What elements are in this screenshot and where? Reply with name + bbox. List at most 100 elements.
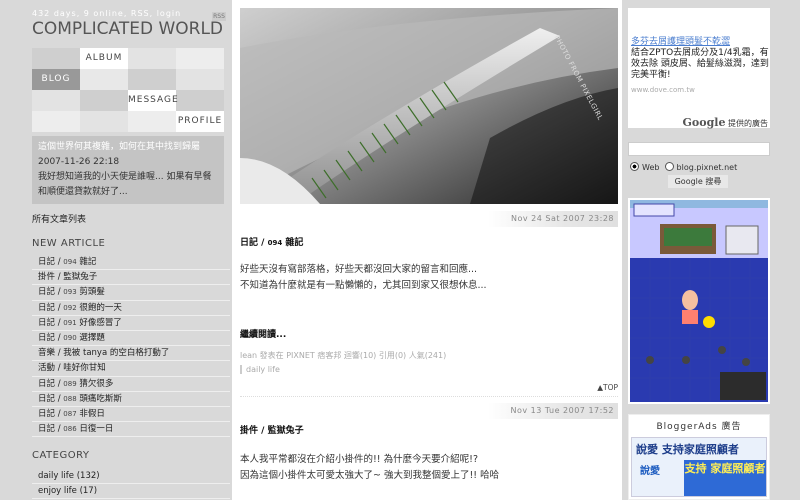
ad-title[interactable]: 多芬去屑護理頭髮不乾澀	[631, 34, 730, 47]
ads-by-google[interactable]: Google 提供的廣告	[683, 116, 768, 129]
post-body: 好些天沒有寫部落格，好些天都沒回大家的留言和回應... 不知道為什麼就是有一點懶…	[240, 262, 487, 294]
nav-blog[interactable]: BLOG	[32, 69, 80, 90]
post-category: 掛件	[240, 426, 259, 436]
nav-mosaic: ALBUM BLOG MESSAGE PROFILE	[32, 48, 224, 132]
post-title[interactable]: 掛件 / 監獄兔子	[240, 423, 304, 436]
article-list-item[interactable]: 日記 / 086 日復一日	[32, 422, 230, 438]
quote-text: 我好想知道我的小天使是誰喔... 如果有早餐和順便還貸款就好了...	[38, 172, 212, 197]
back-to-top[interactable]: ▲TOP	[597, 383, 618, 392]
article-list-item[interactable]: 日記 / 094 雜記	[32, 255, 230, 271]
mosaic-cell	[80, 111, 128, 132]
article-list-item[interactable]: 日記 / 093 剪頭髮	[32, 285, 230, 301]
prison-rabbit-widget[interactable]	[628, 198, 770, 404]
article-title: 選擇題	[79, 332, 105, 343]
google-ad[interactable]: 多芬去屑護理頭髮不乾澀 結合ZPTO去屑成分及1/4乳霜，有效去除 頭皮屑、給髮…	[628, 8, 770, 129]
ads-provided-label: 提供的廣告	[728, 119, 768, 128]
bloggerads-banner[interactable]: 說愛 支持家庭照顧者 說愛 支持 家庭照顧者	[631, 437, 767, 497]
article-number: 093	[63, 288, 77, 297]
article-list-item[interactable]: 日記 / 089 猜欠很多	[32, 377, 230, 392]
post-number: 094	[267, 239, 283, 247]
site-tagline: 432 days, 9 online, RSS, login	[32, 9, 182, 18]
mosaic-cell	[32, 111, 80, 132]
article-list-item[interactable]: 掛件 / 監獄兔子	[32, 270, 230, 286]
quote-box: 這個世界何其複雜，如何在其中找到歸屬 2007-11-26 22:18 我好想知…	[32, 136, 224, 204]
google-logo: Google	[682, 116, 726, 129]
mosaic-cell	[128, 111, 176, 132]
widget-scene	[630, 200, 768, 402]
site-title[interactable]: COMPLICATED WORLD	[32, 19, 223, 39]
mosaic-cell	[128, 48, 176, 69]
read-more-link[interactable]: 繼續閱讀...	[240, 327, 286, 340]
article-category: 日記	[38, 393, 56, 404]
article-title: 很飽的一天	[79, 302, 122, 313]
post-sep: /	[261, 238, 265, 248]
article-number: 088	[63, 394, 77, 403]
article-category: 活動	[38, 363, 56, 374]
article-title: 哇好你甘知	[63, 363, 106, 374]
bloggerads-headline: 說愛 支持家庭照顧者	[636, 443, 739, 456]
article-list-item[interactable]: 日記 / 092 很飽的一天	[32, 301, 230, 316]
article-category: 日記	[38, 287, 56, 298]
ad-url[interactable]: www.dove.com.tw	[631, 86, 695, 94]
article-number: 090	[63, 333, 77, 342]
article-list-item[interactable]: 日記 / 091 好像感冒了	[32, 316, 230, 331]
article-number: 092	[63, 303, 77, 312]
post-date: Nov 24 Sat 2007 23:28	[488, 211, 618, 227]
left-sidebar: 432 days, 9 online, RSS, login COMPLICAT…	[26, 0, 230, 500]
mosaic-cell	[128, 69, 176, 90]
mosaic-cell	[32, 90, 80, 111]
mosaic-cell	[176, 69, 224, 90]
mosaic-cell	[32, 48, 80, 69]
post-sep: /	[261, 426, 265, 436]
article-title: 頭痛吃斯斯	[79, 393, 122, 404]
post-meta[interactable]: lean 發表在 PIXNET 痞客邦 迴響(10) 引用(0) 人氣(241)	[240, 350, 446, 361]
article-list-item[interactable]: 活動 / 哇好你甘知	[32, 361, 230, 377]
article-list-item[interactable]: 日記 / 087 非假日	[32, 407, 230, 423]
post-divider	[240, 396, 618, 397]
post-date: Nov 13 Tue 2007 17:52	[488, 403, 618, 419]
article-category: 日記	[38, 332, 56, 343]
top-label: TOP	[602, 383, 618, 392]
search-scope: Web blog.pixnet.net	[630, 162, 737, 172]
article-list-item[interactable]: 日記 / 090 選擇題	[32, 331, 230, 347]
article-list-item[interactable]: 日記 / 088 頭痛吃斯斯	[32, 392, 230, 407]
nav-profile[interactable]: PROFILE	[176, 111, 224, 132]
category-count: (132)	[76, 471, 100, 481]
bloggerads-sub: 說愛	[640, 466, 660, 477]
category-heading: CATEGORY	[32, 450, 90, 461]
all-posts-link[interactable]: 所有文章列表	[32, 212, 86, 225]
mosaic-cell	[176, 90, 224, 111]
quote-date: 2007-11-26 22:18	[38, 157, 120, 167]
post-body-line: 本人我平常都沒在介紹小掛件的!! 為什麼今天要介紹呢!?	[240, 454, 478, 465]
nav-message[interactable]: MESSAGE	[128, 90, 178, 111]
category-list-item[interactable]: enjoy life (17)	[32, 484, 230, 500]
radio-site[interactable]	[664, 162, 674, 171]
article-title: 非假日	[79, 408, 105, 419]
article-category: 日記	[38, 408, 56, 419]
rss-icon[interactable]: RSS	[212, 12, 226, 21]
post-body: 本人我平常都沒在介紹小掛件的!! 為什麼今天要介紹呢!? 因為這個小掛件太可愛太…	[240, 452, 499, 484]
article-category: 音樂	[38, 348, 56, 359]
article-category: 日記	[38, 378, 56, 389]
article-title: 我被 tanya 的空白格打動了	[63, 348, 170, 359]
radio-site-label: blog.pixnet.net	[676, 163, 738, 172]
article-number: 086	[63, 425, 77, 434]
nav-album[interactable]: ALBUM	[80, 48, 128, 69]
post-tag[interactable]: daily life	[240, 365, 280, 374]
post-title[interactable]: 日記 / 094 雜記	[240, 235, 303, 248]
article-category: 日記	[38, 317, 56, 328]
bloggerads-title: BloggerAds 廣告	[656, 422, 742, 432]
radio-web[interactable]	[630, 162, 639, 171]
search-input[interactable]	[628, 142, 770, 156]
article-list: 日記 / 094 雜記 掛件 / 監獄兔子 日記 / 093 剪頭髮 日記 / 092…	[32, 255, 230, 438]
bloggerads-cta[interactable]: 支持 家庭照顧者	[684, 460, 766, 496]
google-search-button[interactable]: Google 搜尋	[668, 175, 728, 188]
bloggerads-box[interactable]: BloggerAds 廣告 說愛 支持家庭照顧者 說愛 支持 家庭照顧者	[628, 414, 770, 500]
header-photo: PHOTO FROM PIXELGIRL	[240, 8, 618, 204]
article-title: 猜欠很多	[79, 378, 114, 389]
mosaic-cell	[176, 48, 224, 69]
category-list-item[interactable]: daily life (132)	[32, 469, 230, 485]
article-category: 日記	[38, 302, 56, 313]
article-title: 監獄兔子	[63, 272, 98, 283]
article-list-item[interactable]: 音樂 / 我被 tanya 的空白格打動了	[32, 346, 230, 362]
